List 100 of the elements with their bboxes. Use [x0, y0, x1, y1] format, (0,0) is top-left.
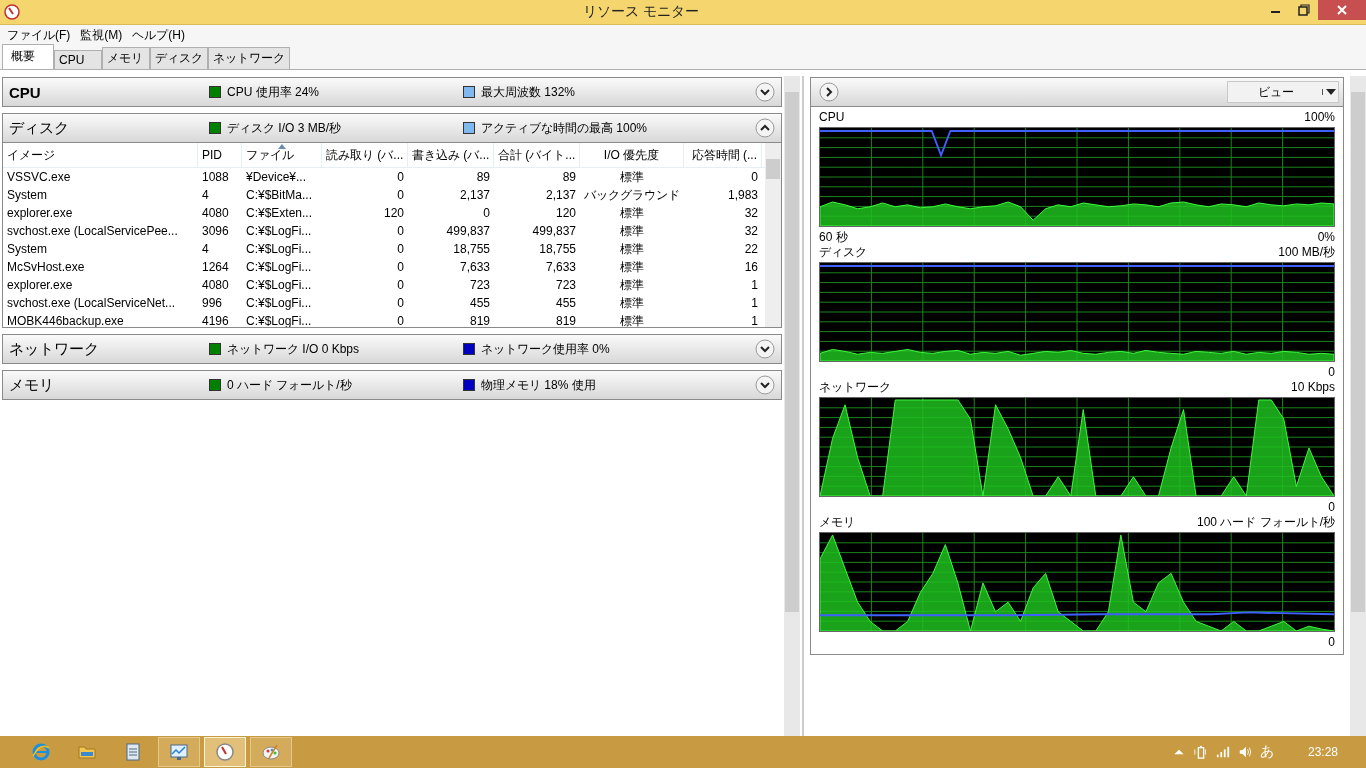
table-cell-text: 7,633: [544, 260, 577, 274]
metric-label: CPU 使用率 24%: [227, 83, 320, 101]
table-cell-text: 標準: [619, 168, 645, 186]
table-cell-text: C:¥$LogFi...: [245, 224, 313, 238]
expand-icon[interactable]: [755, 375, 775, 395]
battery-icon[interactable]: [1193, 745, 1208, 759]
view-dropdown[interactable]: ビュー: [1227, 81, 1339, 103]
speaker-icon[interactable]: [1237, 745, 1252, 759]
column-header[interactable]: イメージ: [3, 143, 198, 167]
table-cell-text: svchost.exe (LocalServicePee...: [6, 224, 179, 238]
table-cell-text: 0: [396, 242, 405, 256]
table-cell-text: 22: [743, 242, 759, 256]
section-header[interactable]: CPU CPU 使用率 24% 最大周波数 132%: [2, 77, 782, 107]
taskbar-button[interactable]: [250, 737, 292, 767]
graph-max-label: 100 ハード フォールト/秒: [1196, 515, 1335, 530]
graph-max-label: 100 MB/秒: [1278, 245, 1335, 260]
table-cell-text: ¥Device¥...: [245, 170, 308, 184]
graph-title: メモリ: [819, 515, 855, 530]
collapse-icon[interactable]: [755, 118, 775, 138]
table-cell-text: バックグラウンド: [583, 186, 681, 204]
expand-icon[interactable]: [755, 339, 775, 359]
menu-item[interactable]: ヘルプ(H): [127, 26, 190, 44]
table-cell-text: 4080: [201, 206, 230, 220]
table-cell-text: System: [6, 188, 48, 202]
column-header[interactable]: PID: [198, 143, 242, 167]
table-cell-text: 89: [475, 170, 491, 184]
table-cell-text: 32: [743, 206, 759, 220]
taskbar-button[interactable]: [158, 737, 200, 767]
section-header[interactable]: メモリ 0 ハード フォールト/秒 物理メモリ 18% 使用: [2, 370, 782, 400]
table-cell-text: C:¥$LogFi...: [245, 278, 313, 292]
table-cell-text: 標準: [619, 276, 645, 294]
graph-min-label: 0: [1328, 635, 1335, 650]
table-cell-text: 0: [396, 188, 405, 202]
table-cell-text: 2,137: [458, 188, 491, 202]
metric-label: 物理メモリ 18% 使用: [481, 376, 596, 394]
table-cell-text: 819: [468, 314, 491, 327]
table-cell-text: 標準: [619, 204, 645, 222]
section-title: CPU: [9, 83, 42, 101]
table-cell-text: 0: [396, 278, 405, 292]
column-header[interactable]: ファイル: [242, 143, 322, 167]
graph-min-label: 0: [1328, 365, 1335, 380]
column-header[interactable]: 応答時間 (...: [684, 143, 762, 167]
scrollbar[interactable]: [784, 76, 800, 736]
graph-min-label: 0%: [1317, 230, 1335, 245]
table-cell-text: 455: [468, 296, 491, 310]
table-cell-text: 89: [561, 170, 577, 184]
tab[interactable]: CPU: [54, 50, 102, 69]
scrollbar[interactable]: [1350, 76, 1366, 736]
signal-bars-icon[interactable]: [1215, 745, 1230, 759]
table-cell-text: 標準: [619, 258, 645, 276]
table-cell-text: 4080: [201, 278, 230, 292]
table-cell-text: explorer.exe: [6, 278, 74, 292]
tab[interactable]: ディスク: [150, 47, 208, 69]
metric-label: ネットワーク使用率 0%: [481, 340, 610, 358]
table-cell-text: C:¥$LogFi...: [245, 242, 313, 256]
tab[interactable]: ネットワーク: [208, 47, 290, 69]
table-cell-text: explorer.exe: [6, 206, 74, 220]
column-header[interactable]: 書き込み (バ...: [408, 143, 494, 167]
metric-label: 0 ハード フォールト/秒: [227, 376, 352, 394]
table-cell-text: 0: [396, 260, 405, 274]
chevron-right-icon[interactable]: [819, 82, 839, 102]
time-span-label: 60 秒: [819, 230, 848, 245]
table-cell-text: 3096: [201, 224, 230, 238]
section-header[interactable]: ディスク ディスク I/O 3 MB/秒 アクティブな時間の最高 100%: [2, 113, 782, 143]
tab[interactable]: メモリ: [102, 47, 150, 69]
metric-label: アクティブな時間の最高 100%: [481, 119, 648, 137]
tab[interactable]: 概要: [2, 44, 54, 69]
table-cell-text: 1,983: [726, 188, 759, 202]
table-cell-text: 16: [743, 260, 759, 274]
notepad-icon: [123, 742, 143, 762]
metric-label: ネットワーク I/O 0 Kbps: [227, 340, 360, 358]
table-cell-text: C:¥$Exten...: [245, 206, 314, 220]
table-cell-text: 499,837: [445, 224, 491, 238]
expand-icon[interactable]: [755, 82, 775, 102]
table-cell-text: 4196: [201, 314, 230, 327]
table-cell-text: 1: [750, 314, 759, 327]
chart-monitor-icon: [169, 742, 189, 762]
table-cell-text: 0: [396, 314, 405, 327]
column-header[interactable]: 合計 (バイト...: [494, 143, 580, 167]
table-cell-text: 4: [201, 188, 210, 202]
app-gauge-icon: [4, 4, 20, 20]
menu-item[interactable]: 監視(M): [75, 26, 128, 44]
table-cell-text: svchost.exe (LocalServiceNet...: [6, 296, 177, 310]
menu-item[interactable]: ファイル(F): [2, 26, 76, 44]
section-title: メモリ: [9, 375, 55, 395]
table-cell-text: 120: [382, 206, 405, 220]
section-title: ディスク: [9, 118, 70, 138]
scrollbar[interactable]: [765, 143, 781, 327]
table-cell-text: 499,837: [531, 224, 577, 238]
column-header[interactable]: 読み取り (バ...: [322, 143, 408, 167]
close-icon[interactable]: [1318, 0, 1366, 20]
table-cell-text: 18,755: [452, 242, 491, 256]
table-cell-text: 1264: [201, 260, 230, 274]
table-cell-text: VSSVC.exe: [6, 170, 72, 184]
table-cell-text: 819: [554, 314, 577, 327]
section-header[interactable]: ネットワーク ネットワーク I/O 0 Kbps ネットワーク使用率 0%: [2, 334, 782, 364]
column-header[interactable]: I/O 優先度: [580, 143, 684, 167]
table-cell-text: 0: [396, 296, 405, 310]
table-cell-text: 標準: [619, 222, 645, 240]
table-cell-text: McSvHost.exe: [6, 260, 86, 274]
